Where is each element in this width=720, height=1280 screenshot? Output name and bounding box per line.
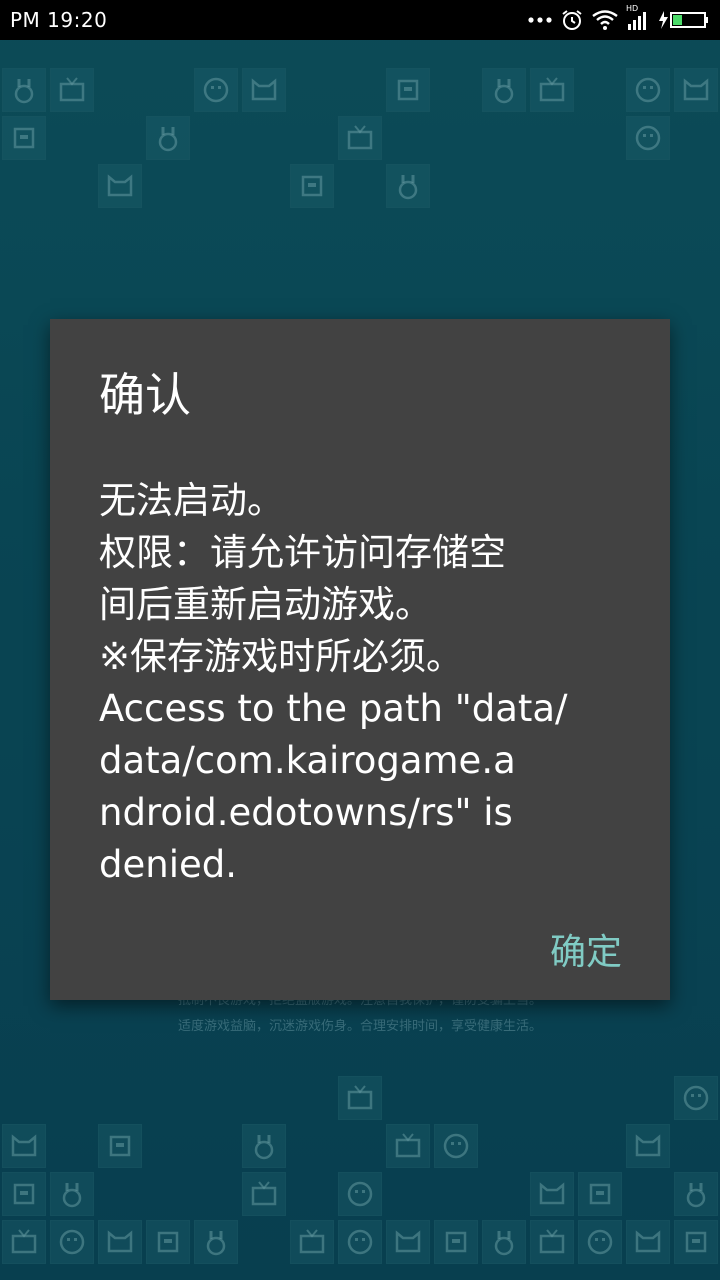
message-line: data/com.kairogame.a <box>99 739 516 782</box>
message-line: ndroid.edotowns/rs" is <box>99 791 513 834</box>
confirm-dialog: 确认 无法启动。 权限：请允许访问存储空 间后重新启动游戏。 ※保存游戏时所必须… <box>50 319 670 1000</box>
message-line: 无法启动。 <box>99 479 284 522</box>
status-time: PM 19:20 <box>10 8 108 32</box>
message-line: Access to the path "data/ <box>99 687 568 730</box>
message-line: ※保存游戏时所必须。 <box>99 635 464 678</box>
dialog-title: 确认 <box>99 368 191 422</box>
alarm-icon <box>560 8 584 32</box>
status-bar: PM 19:20 HD <box>0 0 720 40</box>
ok-button[interactable]: 确定 <box>550 923 622 975</box>
network-type-label: HD <box>626 4 639 13</box>
more-dots-icon <box>528 16 552 24</box>
battery-charging-icon <box>658 10 710 30</box>
dialog-message: 无法启动。 权限：请允许访问存储空 间后重新启动游戏。 ※保存游戏时所必须。 A… <box>99 475 619 891</box>
message-line: denied. <box>99 843 237 886</box>
message-line: 权限：请允许访问存储空 <box>99 531 506 574</box>
signal-icon: HD <box>626 4 650 30</box>
wifi-icon <box>592 10 618 30</box>
message-line: 间后重新启动游戏。 <box>99 583 432 626</box>
